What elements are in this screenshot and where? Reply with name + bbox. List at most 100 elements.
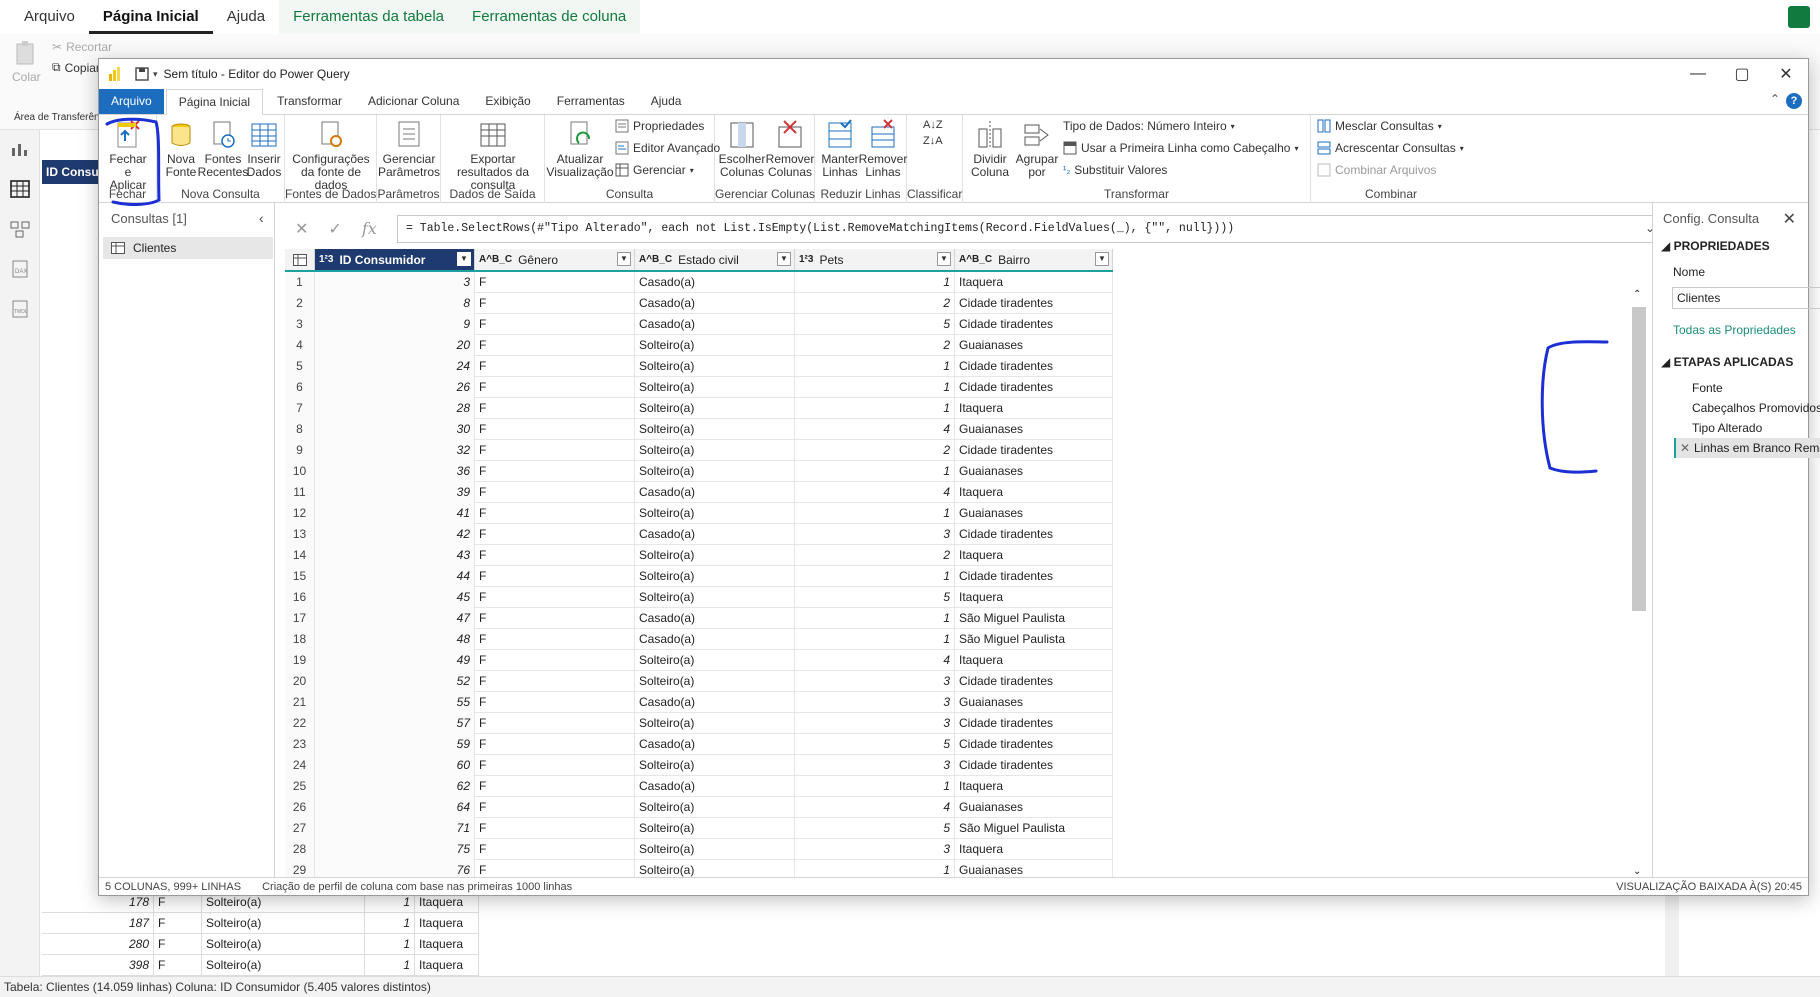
scroll-up-icon[interactable]: ⌃ bbox=[1633, 289, 1641, 300]
table-cell[interactable]: 1 bbox=[795, 398, 955, 419]
table-cell[interactable]: Itaquera bbox=[955, 650, 1113, 671]
table-cell[interactable]: Guaianases bbox=[955, 692, 1113, 713]
column-header-genero[interactable]: A^B_C Gênero ▼ bbox=[475, 249, 635, 270]
sort-ascending-icon[interactable]: A↓Z bbox=[923, 119, 943, 131]
column-header-bairro[interactable]: A^B_C Bairro ▼ bbox=[955, 249, 1113, 270]
fx-icon[interactable]: fx bbox=[362, 219, 377, 239]
table-cell[interactable]: 4 bbox=[795, 419, 955, 440]
table-cell[interactable]: Cidade tiradentes bbox=[955, 671, 1113, 692]
use-first-row-button[interactable]: Usar a Primeira Linha como Cabeçalho ▾ bbox=[1063, 141, 1298, 155]
table-cell[interactable]: F bbox=[475, 839, 635, 860]
table-cell[interactable]: Casado(a) bbox=[635, 272, 795, 293]
table-cell[interactable]: São Miguel Paulista bbox=[955, 629, 1113, 650]
table-cell[interactable]: Solteiro(a) bbox=[635, 587, 795, 608]
column-header-estado-civil[interactable]: A^B_C Estado civil ▼ bbox=[635, 249, 795, 270]
table-row[interactable]: 17 47 F Casado(a) 1 São Miguel Paulista bbox=[285, 608, 1113, 629]
cancel-formula-icon[interactable]: ✕ bbox=[295, 219, 308, 239]
table-cell[interactable]: 41 bbox=[315, 503, 475, 524]
table-cell[interactable]: F bbox=[475, 608, 635, 629]
table-cell[interactable]: Cidade tiradentes bbox=[955, 314, 1113, 335]
sort-buttons[interactable]: A↓Z Z↓A bbox=[923, 119, 943, 147]
table-cell[interactable]: Solteiro(a) bbox=[635, 419, 795, 440]
table-row[interactable]: 24 60 F Solteiro(a) 3 Cidade tiradentes bbox=[285, 755, 1113, 776]
table-cell[interactable]: 1 bbox=[795, 608, 955, 629]
close-apply-button[interactable]: Fechar e Aplicar bbox=[103, 119, 153, 192]
table-cell[interactable]: 1 bbox=[795, 860, 955, 877]
help-icon[interactable]: ? bbox=[1786, 93, 1802, 109]
table-cell[interactable]: 44 bbox=[315, 566, 475, 587]
pbi-feedback-icon[interactable] bbox=[1788, 6, 1810, 28]
bg-tab-arquivo[interactable]: Arquivo bbox=[10, 0, 89, 34]
table-menu-icon[interactable] bbox=[285, 249, 315, 270]
table-cell[interactable]: 1 bbox=[795, 566, 955, 587]
table-cell[interactable]: F bbox=[475, 356, 635, 377]
table-row[interactable]: 3 9 F Casado(a) 5 Cidade tiradentes bbox=[285, 314, 1113, 335]
table-cell[interactable]: 4 bbox=[795, 650, 955, 671]
table-cell[interactable]: Cidade tiradentes bbox=[955, 524, 1113, 545]
table-row[interactable]: 12 41 F Solteiro(a) 1 Guaianases bbox=[285, 503, 1113, 524]
table-cell[interactable]: Solteiro(a) bbox=[635, 671, 795, 692]
table-cell[interactable]: 3 bbox=[795, 713, 955, 734]
confirm-formula-icon[interactable]: ✓ bbox=[328, 219, 341, 239]
table-cell[interactable]: Solteiro(a) bbox=[635, 356, 795, 377]
table-cell[interactable]: F bbox=[475, 629, 635, 650]
table-cell[interactable]: F bbox=[475, 398, 635, 419]
bg-tab-ferramentas-coluna[interactable]: Ferramentas de coluna bbox=[458, 0, 641, 34]
table-cell[interactable]: 5 bbox=[795, 818, 955, 839]
advanced-editor-button[interactable]: Editor Avançado bbox=[615, 141, 720, 155]
table-cell[interactable]: F bbox=[475, 776, 635, 797]
table-cell[interactable]: Solteiro(a) bbox=[635, 566, 795, 587]
table-cell[interactable]: Cidade tiradentes bbox=[955, 713, 1113, 734]
table-cell[interactable]: Solteiro(a) bbox=[635, 377, 795, 398]
table-cell[interactable]: 5 bbox=[795, 587, 955, 608]
refresh-preview-button[interactable]: Atualizar Visualização bbox=[546, 119, 614, 179]
table-cell[interactable]: 71 bbox=[315, 818, 475, 839]
replace-values-button[interactable]: ¹₂ Substituir Valores bbox=[1063, 163, 1167, 177]
applied-step-linhas-em-branco[interactable]: ✕ Linhas em Branco Removidas bbox=[1674, 438, 1820, 458]
table-cell[interactable]: 1 bbox=[795, 776, 955, 797]
table-cell[interactable]: 45 bbox=[315, 587, 475, 608]
table-cell[interactable]: 62 bbox=[315, 776, 475, 797]
scroll-down-icon[interactable]: ⌄ bbox=[1633, 866, 1641, 877]
table-cell[interactable]: 9 bbox=[315, 314, 475, 335]
data-type-dropdown[interactable]: Tipo de Dados: Número Inteiro ▾ bbox=[1063, 119, 1235, 133]
table-cell[interactable]: Casado(a) bbox=[635, 482, 795, 503]
table-cell[interactable]: Cidade tiradentes bbox=[955, 734, 1113, 755]
model-view-icon[interactable] bbox=[10, 220, 30, 238]
table-cell[interactable]: F bbox=[475, 545, 635, 566]
applied-step-fonte[interactable]: Fonte✲ bbox=[1674, 378, 1820, 398]
table-cell[interactable]: Guaianases bbox=[955, 461, 1113, 482]
table-row[interactable]: 19 49 F Solteiro(a) 4 Itaquera bbox=[285, 650, 1113, 671]
table-cell[interactable]: Guaianases bbox=[955, 419, 1113, 440]
table-row[interactable]: 26 64 F Solteiro(a) 4 Guaianases bbox=[285, 797, 1113, 818]
table-cell[interactable]: F bbox=[475, 503, 635, 524]
table-cell[interactable]: 2 bbox=[795, 335, 955, 356]
table-cell[interactable]: F bbox=[475, 293, 635, 314]
table-cell[interactable]: 76 bbox=[315, 860, 475, 877]
table-cell[interactable]: 5 bbox=[795, 314, 955, 335]
tab-adicionar-coluna[interactable]: Adicionar Coluna bbox=[356, 89, 471, 114]
table-cell[interactable]: Solteiro(a) bbox=[635, 398, 795, 419]
table-cell[interactable]: 3 bbox=[315, 272, 475, 293]
table-cell[interactable]: F bbox=[475, 335, 635, 356]
table-cell[interactable]: 49 bbox=[315, 650, 475, 671]
table-cell[interactable]: 36 bbox=[315, 461, 475, 482]
table-cell[interactable]: 1 bbox=[795, 461, 955, 482]
table-cell[interactable]: São Miguel Paulista bbox=[955, 818, 1113, 839]
close-settings-icon[interactable]: ✕ bbox=[1783, 209, 1796, 229]
formula-input[interactable]: = Table.SelectRows(#"Tipo Alterado", eac… bbox=[397, 215, 1653, 243]
table-cell[interactable]: 4 bbox=[795, 482, 955, 503]
save-icon[interactable] bbox=[135, 67, 149, 81]
table-cell[interactable]: Casado(a) bbox=[635, 608, 795, 629]
table-cell[interactable]: 1 bbox=[795, 377, 955, 398]
sort-descending-icon[interactable]: Z↓A bbox=[923, 135, 943, 147]
filter-dropdown-icon[interactable]: ▼ bbox=[1095, 252, 1109, 266]
table-cell[interactable]: F bbox=[475, 860, 635, 877]
table-row[interactable]: 28 75 F Solteiro(a) 3 Itaquera bbox=[285, 839, 1113, 860]
report-view-icon[interactable] bbox=[10, 140, 30, 158]
keep-rows-button[interactable]: Manter Linhas bbox=[819, 119, 861, 179]
table-cell[interactable]: 24 bbox=[315, 356, 475, 377]
table-cell[interactable]: 5 bbox=[795, 734, 955, 755]
table-cell[interactable]: Casado(a) bbox=[635, 776, 795, 797]
all-properties-link[interactable]: Todas as Propriedades bbox=[1673, 323, 1796, 337]
